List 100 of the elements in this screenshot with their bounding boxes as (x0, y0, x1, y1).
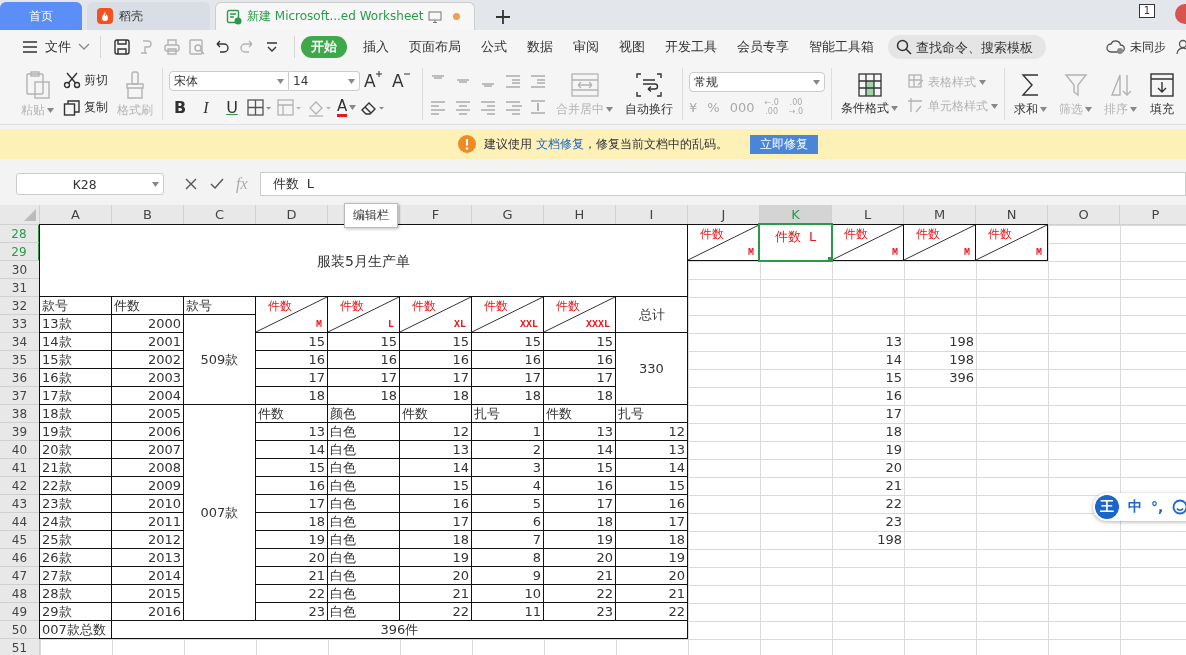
row-header[interactable]: 40 (0, 441, 40, 459)
row-header[interactable]: 46 (0, 549, 40, 567)
input-mode-toggle[interactable]: 中 (1128, 498, 1142, 516)
table-cell-text: 198 (876, 531, 903, 549)
caret-icon (348, 78, 355, 84)
search-field[interactable]: 查找命令、搜索模板 (888, 35, 1046, 59)
column-header[interactable]: H (544, 205, 616, 225)
column-header[interactable]: O (1048, 205, 1120, 225)
column-header[interactable]: P (1120, 205, 1186, 225)
formula-field[interactable]: 件数 L (259, 172, 1186, 196)
new-tab-button[interactable] (496, 10, 511, 24)
ribbon-tab[interactable]: 智能工具箱 (809, 36, 874, 58)
row-header[interactable]: 38 (0, 405, 40, 423)
table-cell-text: 21 (884, 477, 903, 495)
ribbon-tab[interactable]: 开发工具 (665, 36, 717, 58)
row-header[interactable]: 36 (0, 369, 40, 387)
align-icon[interactable] (529, 99, 547, 115)
row-header[interactable]: 42 (0, 477, 40, 495)
name-box[interactable]: K28 (16, 173, 164, 195)
row-header[interactable]: 39 (0, 423, 40, 441)
ribbon-tab[interactable]: 审阅 (573, 36, 599, 58)
caret-icon (813, 79, 820, 85)
align-icon[interactable] (529, 73, 547, 89)
column-header[interactable]: G (472, 205, 544, 225)
ribbon-tab[interactable]: 公式 (481, 36, 507, 58)
number-format-field[interactable]: 常规 (689, 72, 825, 92)
ribbon-tab[interactable]: 视图 (619, 36, 645, 58)
align-icon[interactable] (429, 99, 447, 115)
caret-icon (47, 107, 54, 113)
column-header[interactable]: D (256, 205, 328, 225)
row-header[interactable]: 44 (0, 513, 40, 531)
font-size-field[interactable]: 14 (289, 71, 360, 91)
row-header[interactable]: 41 (0, 459, 40, 477)
file-menu[interactable]: 文件 (22, 38, 90, 56)
column-header[interactable]: N (976, 205, 1048, 225)
column-header[interactable]: C (184, 205, 256, 225)
column-header[interactable]: B (112, 205, 184, 225)
notice-text: 建议使用 文档修复，修复当前文档中的乱码。 (484, 135, 728, 153)
row-header[interactable]: 33 (0, 315, 40, 333)
bold-button[interactable]: B (169, 98, 191, 117)
italic-button[interactable]: I (195, 98, 217, 117)
preview-icon (187, 38, 206, 56)
row-header[interactable]: 31 (0, 279, 40, 297)
row-header[interactable]: 37 (0, 387, 40, 405)
wrap-text-button[interactable]: 自动换行 (622, 70, 676, 118)
cell-text: M (964, 247, 970, 258)
row-header[interactable]: 35 (0, 351, 40, 369)
font-name-field[interactable]: 宋体 (169, 71, 289, 91)
user-icon[interactable] (1176, 39, 1186, 55)
document-tab[interactable]: 稻壳 (87, 2, 210, 30)
row-header[interactable]: 51 (0, 639, 40, 655)
align-icon[interactable] (504, 73, 522, 89)
row-header[interactable]: 30 (0, 261, 40, 279)
column-header[interactable]: L (832, 205, 904, 225)
row-header[interactable]: 45 (0, 531, 40, 549)
sum-button[interactable]: 求和 (1011, 70, 1050, 118)
cloud-icon (1106, 39, 1126, 55)
column-header[interactable]: A (40, 205, 112, 225)
table-cell-text: 198 (948, 351, 975, 369)
increase-font-button[interactable]: A (364, 71, 388, 91)
cut-button[interactable]: 剪切 (63, 71, 108, 90)
borders-icon[interactable] (247, 98, 273, 117)
row-header[interactable]: 43 (0, 495, 40, 513)
row-header[interactable]: 32 (0, 297, 40, 315)
ime-logo[interactable]: 王 (1095, 495, 1119, 519)
cell-format-icon[interactable] (277, 98, 303, 117)
punctuation-toggle[interactable]: °, (1151, 499, 1164, 515)
row-header[interactable]: 49 (0, 603, 40, 621)
repair-link[interactable]: 文档修复 (535, 136, 584, 151)
sync-button[interactable]: 未同步 (1106, 38, 1166, 56)
copy-button[interactable]: 复制 (63, 98, 108, 117)
row-header[interactable]: 34 (0, 333, 40, 351)
conditional-format-button[interactable]: 条件格式 (838, 71, 901, 117)
ribbon-tab[interactable]: 页面布局 (409, 36, 461, 58)
row-header[interactable]: 50 (0, 621, 40, 639)
column-header[interactable]: I (616, 205, 688, 225)
ribbon-tab[interactable]: 数据 (527, 36, 553, 58)
underline-button[interactable]: U (221, 98, 243, 117)
table-cell-text: 17 (884, 405, 903, 423)
ribbon-tab[interactable]: 会员专享 (737, 36, 789, 58)
align-icon[interactable] (454, 99, 472, 115)
align-icon[interactable] (504, 99, 522, 115)
repair-button[interactable]: 立即修复 (749, 134, 818, 154)
row-header[interactable]: 47 (0, 567, 40, 585)
caret-icon (1040, 106, 1047, 112)
window-count-badge[interactable]: 1 (1138, 4, 1155, 18)
decrease-font-button[interactable]: A (392, 71, 416, 91)
cancel-icon[interactable] (184, 177, 198, 191)
align-icon[interactable] (479, 99, 497, 115)
font-color-button[interactable]: A (337, 98, 357, 117)
confirm-icon[interactable] (210, 177, 224, 191)
smiley-icon[interactable] (1172, 499, 1186, 515)
document-tab[interactable]: 新建 Microsoft...ed Worksheet (215, 2, 476, 30)
column-header[interactable]: J (688, 205, 760, 225)
column-header[interactable]: F (400, 205, 472, 225)
row-header[interactable]: 48 (0, 585, 40, 603)
fill-button[interactable]: 填充 (1146, 70, 1178, 118)
ribbon-tab[interactable]: 插入 (363, 36, 389, 58)
select-all-corner[interactable] (0, 205, 40, 225)
column-header[interactable]: M (904, 205, 976, 225)
